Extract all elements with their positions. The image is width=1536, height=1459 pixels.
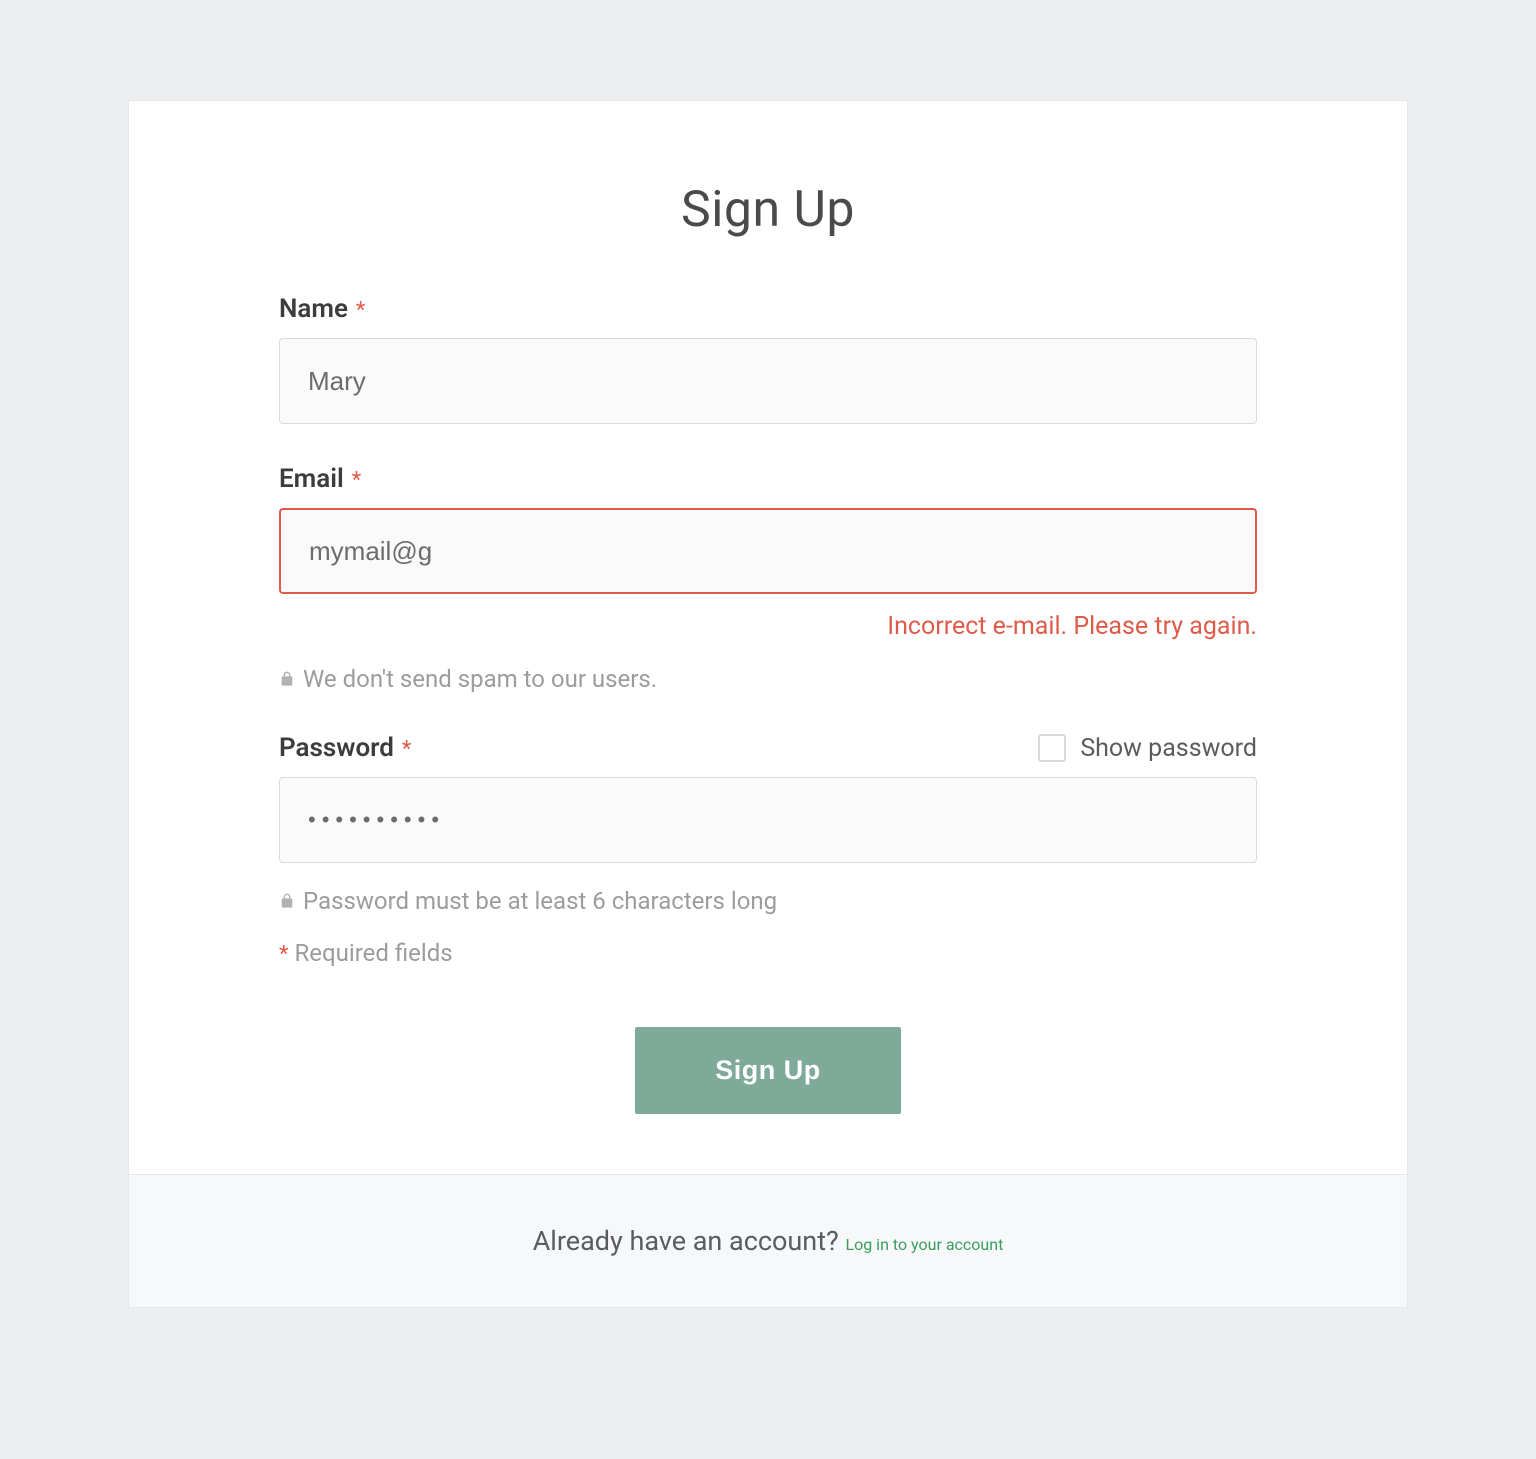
show-password-checkbox[interactable]: [1038, 734, 1066, 762]
email-form-group: Email * Incorrect e-mail. Please try aga…: [279, 464, 1257, 693]
signup-button[interactable]: Sign Up: [635, 1027, 901, 1114]
email-label-wrapper: Email *: [279, 464, 361, 494]
email-helper-message: We don't send spam to our users.: [303, 665, 657, 693]
show-password-label: Show password: [1080, 734, 1257, 763]
name-form-group: Name *: [279, 294, 1257, 424]
required-asterisk: *: [356, 298, 365, 323]
name-label-wrapper: Name *: [279, 294, 365, 324]
login-link[interactable]: Log in to your account: [845, 1235, 1003, 1254]
card-footer: Already have an account? Log in to your …: [129, 1174, 1407, 1307]
password-label-wrapper: Password *: [279, 733, 411, 763]
show-password-toggle[interactable]: Show password: [1038, 734, 1257, 763]
page-title: Sign Up: [279, 181, 1257, 239]
email-label-row: Email *: [279, 464, 1257, 494]
name-label: Name: [279, 294, 348, 324]
email-error-message: Incorrect e-mail. Please try again.: [279, 612, 1257, 641]
email-label: Email: [279, 464, 344, 494]
signup-card: Sign Up Name * Email * Incorrect e-mail.: [128, 100, 1408, 1308]
lock-icon: [279, 670, 295, 688]
required-asterisk: *: [402, 737, 411, 762]
submit-wrapper: Sign Up: [279, 1027, 1257, 1114]
required-fields-text: Required fields: [294, 939, 452, 967]
password-label-row: Password * Show password: [279, 733, 1257, 763]
password-label: Password: [279, 733, 394, 763]
email-helper-text: We don't send spam to our users.: [279, 665, 1257, 693]
password-input[interactable]: [279, 777, 1257, 863]
name-input[interactable]: [279, 338, 1257, 424]
lock-icon: [279, 892, 295, 910]
card-body: Sign Up Name * Email * Incorrect e-mail.: [129, 101, 1407, 1174]
name-label-row: Name *: [279, 294, 1257, 324]
required-asterisk: *: [279, 942, 288, 967]
password-form-group: Password * Show password Password must b…: [279, 733, 1257, 967]
required-asterisk: *: [352, 468, 361, 493]
email-input[interactable]: [279, 508, 1257, 594]
password-helper-text: Password must be at least 6 characters l…: [279, 887, 1257, 915]
required-fields-note: *Required fields: [279, 939, 1257, 967]
footer-text: Already have an account?: [533, 1225, 846, 1257]
password-helper-message: Password must be at least 6 characters l…: [303, 887, 777, 915]
